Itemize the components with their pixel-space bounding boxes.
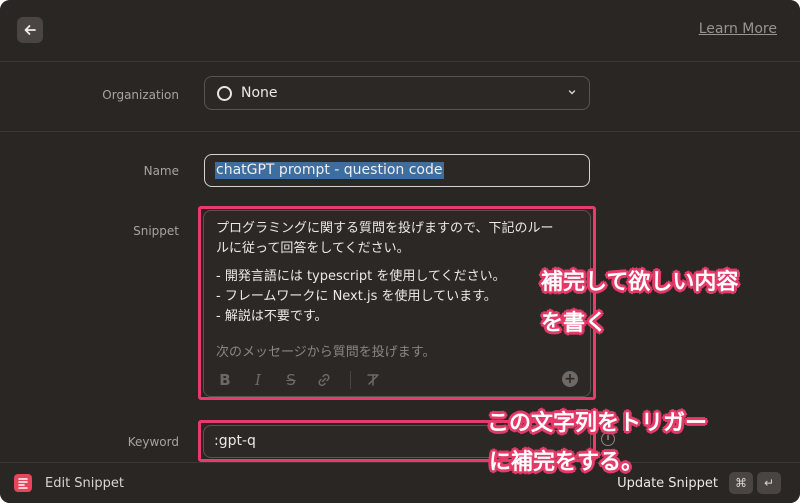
snippet-editor[interactable]: プログラミングに関する質問を投げますので、下記のルー ルに従って回答をしてくださ… xyxy=(203,210,591,397)
add-icon[interactable]: + xyxy=(562,371,578,387)
app-icon xyxy=(14,474,32,492)
circle-icon xyxy=(217,86,232,101)
name-value: chatGPT prompt - question code xyxy=(215,162,444,179)
command-key-icon: ⌘ xyxy=(729,472,753,494)
arrow-left-icon xyxy=(24,25,36,35)
keyword-value: :gpt-q xyxy=(214,433,256,449)
footer-bar: Edit Snippet Update Snippet ⌘ ↵ xyxy=(0,462,800,503)
learn-more-link[interactable]: Learn More xyxy=(699,21,777,37)
snippet-line: プログラミングに関する質問を投げますので、下記のルー xyxy=(216,221,554,236)
organization-select[interactable]: None xyxy=(204,76,590,110)
toolbar-divider xyxy=(350,371,351,389)
keyword-label: Keyword xyxy=(127,435,179,449)
organization-label: Organization xyxy=(102,88,179,102)
link-icon[interactable] xyxy=(315,371,333,389)
top-bar: Learn More xyxy=(0,0,800,62)
back-button[interactable] xyxy=(17,17,43,43)
snippet-label: Snippet xyxy=(133,224,179,238)
snippet-annotation-line1: 補完して欲しい内容 xyxy=(541,270,739,295)
bold-icon[interactable]: B xyxy=(216,371,234,389)
name-label: Name xyxy=(143,164,179,178)
organization-value: None xyxy=(241,85,278,101)
chevron-down-icon xyxy=(568,90,576,95)
snippet-line: ルに従って回答をしてください。 xyxy=(216,241,410,256)
strikethrough-icon[interactable]: S xyxy=(282,371,300,389)
snippet-line: - 解説は不要です。 xyxy=(216,309,328,324)
update-snippet-button[interactable]: Update Snippet xyxy=(617,476,718,491)
clear-format-icon[interactable] xyxy=(364,371,382,389)
snippet-annotation-line2: を書く xyxy=(541,311,608,336)
keyword-annotation-line2: に補完をする。 xyxy=(489,450,644,475)
snippet-text[interactable]: プログラミングに関する質問を投げますので、下記のルー ルに従って回答をしてくださ… xyxy=(216,219,582,367)
format-toolbar: B I S + xyxy=(204,362,590,396)
snippet-line: - フレームワークに Next.js を使用しています。 xyxy=(216,289,497,304)
snippet-line: 次のメッセージから質問を投げます。 xyxy=(216,345,436,360)
return-key-icon: ↵ xyxy=(757,472,781,494)
footer-title: Edit Snippet xyxy=(45,476,125,491)
organization-section: Organization None xyxy=(0,62,800,132)
name-input[interactable]: chatGPT prompt - question code xyxy=(204,154,590,187)
snippet-line: - 開発言語には typescript を使用してください。 xyxy=(216,269,506,284)
keyword-annotation-line1: この文字列をトリガー xyxy=(487,411,708,436)
italic-icon[interactable]: I xyxy=(249,371,267,389)
